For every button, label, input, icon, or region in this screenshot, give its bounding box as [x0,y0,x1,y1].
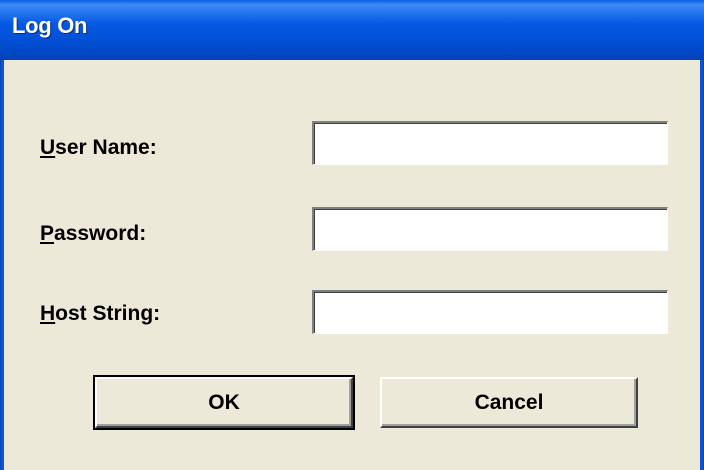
password-label: Password: [40,222,146,246]
dialog-title: Log On [12,13,88,38]
cancel-button[interactable]: Cancel [380,377,638,428]
password-input[interactable] [312,207,668,251]
window-frame-left [0,60,4,470]
host-string-label-text: ost String: [55,302,161,325]
host-string-input[interactable] [312,290,668,334]
username-label: User Name: [40,136,157,160]
cancel-button-label: Cancel [474,390,544,414]
username-label-text: ser Name: [55,136,157,159]
password-label-text: assword: [54,222,147,245]
host-string-label: Host String: [40,302,160,326]
host-string-label-accelerator: H [40,302,56,325]
window-frame-right [700,60,704,470]
log-on-dialog: Log On User Name: Password: Host String:… [0,0,704,470]
ok-button-label: OK [208,390,240,414]
username-label-accelerator: U [40,136,56,159]
ok-button[interactable]: OK [93,375,355,430]
username-input[interactable] [312,121,668,165]
title-bar[interactable]: Log On [0,0,704,60]
password-label-accelerator: P [40,222,55,245]
